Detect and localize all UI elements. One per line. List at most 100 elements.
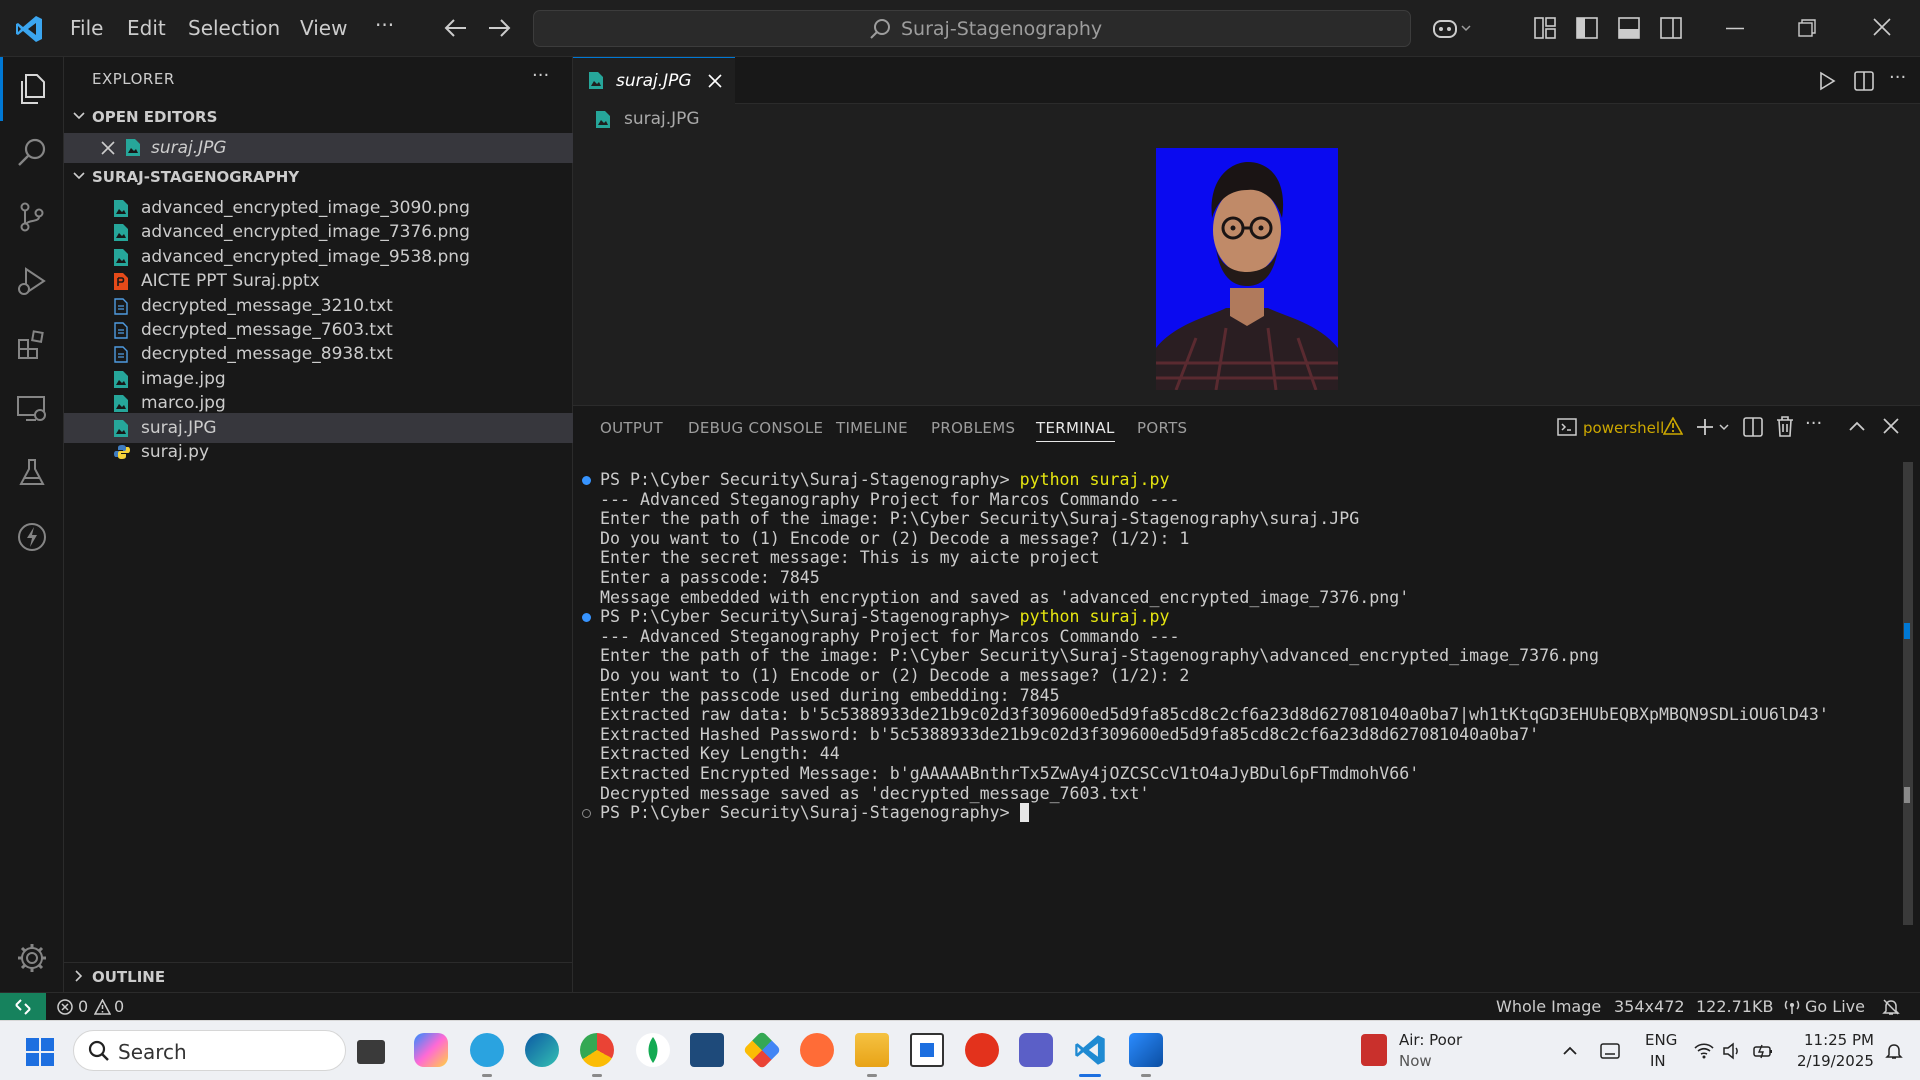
command-center-search[interactable]: Suraj-Stagenography: [533, 10, 1411, 47]
keyboard-icon[interactable]: [1600, 1043, 1620, 1059]
vscode-taskbar-icon[interactable]: [1073, 1033, 1107, 1067]
toggle-secondary-sidebar-icon[interactable]: [1660, 17, 1682, 39]
command-decoration[interactable]: [582, 613, 591, 623]
scrollbar-thumb[interactable]: [1903, 462, 1913, 925]
command-decoration[interactable]: [582, 476, 591, 485]
minimize-icon[interactable]: [1726, 27, 1744, 30]
go-live-button[interactable]: Go Live: [1805, 997, 1865, 1016]
air-quality-icon[interactable]: [1361, 1034, 1387, 1066]
tab-timeline[interactable]: TIMELINE: [836, 419, 908, 437]
terminal-scrollbar[interactable]: [1903, 462, 1913, 925]
volume-icon[interactable]: [1722, 1042, 1742, 1060]
image-filesize: 122.71KB: [1696, 997, 1774, 1016]
toggle-primary-sidebar-icon[interactable]: [1576, 17, 1598, 39]
testing-icon[interactable]: [0, 441, 64, 505]
notifications-bell-icon[interactable]: [1882, 998, 1900, 1016]
settings-gear-icon[interactable]: [0, 926, 64, 990]
source-control-icon[interactable]: [0, 185, 64, 249]
postman-icon[interactable]: [800, 1033, 834, 1067]
language-top[interactable]: ENG: [1645, 1031, 1677, 1049]
run-debug-icon[interactable]: [0, 249, 64, 313]
weather-title[interactable]: Air: Poor: [1399, 1031, 1462, 1049]
mysql-workbench-icon[interactable]: [690, 1033, 724, 1067]
tab-problems[interactable]: PROBLEMS: [931, 419, 1015, 437]
battery-icon[interactable]: [1752, 1042, 1774, 1060]
menu-edit[interactable]: Edit: [127, 16, 166, 40]
terminal-prompt: PS P:\Cyber Security\Suraj-Stagenography…: [600, 607, 1020, 627]
menu-more[interactable]: ···: [375, 13, 394, 37]
title-bar: File Edit Selection View ··· Suraj-Stage…: [0, 0, 1920, 57]
windows-start-icon[interactable]: [26, 1038, 54, 1066]
outline-section[interactable]: OUTLINE: [64, 962, 573, 990]
terminal-line: PS P:\Cyber Security\Suraj-Stagenography…: [600, 803, 1029, 823]
wifi-icon[interactable]: [1694, 1043, 1714, 1059]
wps-office-icon[interactable]: [965, 1033, 999, 1067]
teams-icon[interactable]: [1019, 1033, 1053, 1067]
project-folder-section[interactable]: SURAJ-STAGENOGRAPHY: [64, 163, 573, 191]
split-terminal-icon[interactable]: [1743, 417, 1763, 437]
maximize-panel-icon[interactable]: [1848, 420, 1866, 432]
run-icon[interactable]: [1818, 71, 1836, 91]
taskbar-search[interactable]: Search: [73, 1030, 346, 1071]
menu-file[interactable]: File: [70, 16, 103, 40]
close-tab-icon[interactable]: [708, 74, 722, 88]
image-preview-area: [573, 136, 1920, 405]
open-editors-section[interactable]: OPEN EDITORS: [64, 103, 573, 131]
live-server-icon[interactable]: [0, 505, 64, 569]
tab-terminal[interactable]: TERMINAL: [1036, 419, 1115, 442]
notification-center-icon[interactable]: [1885, 1042, 1903, 1060]
task-view-icon[interactable]: [357, 1040, 385, 1064]
terminal-line: Extracted raw data: b'5c5388933de21b9c02…: [600, 705, 1829, 725]
colorful-app-icon[interactable]: [742, 1030, 782, 1070]
trash-icon[interactable]: [1776, 416, 1794, 437]
explorer-more-button[interactable]: ···: [532, 65, 549, 86]
file-name: advanced_encrypted_image_7376.png: [141, 222, 470, 243]
search-view-icon[interactable]: [0, 121, 64, 185]
remote-explorer-icon[interactable]: [0, 377, 64, 441]
split-editor-icon[interactable]: [1854, 71, 1874, 91]
toggle-panel-icon[interactable]: [1618, 17, 1640, 39]
remote-indicator[interactable]: [0, 993, 46, 1021]
new-terminal-icon[interactable]: [1695, 417, 1733, 437]
chevron-up-icon[interactable]: [1562, 1046, 1578, 1056]
menu-view[interactable]: View: [300, 16, 347, 40]
tab-debug-console[interactable]: DEBUG CONSOLE: [688, 419, 823, 437]
menu-selection[interactable]: Selection: [188, 16, 280, 40]
file-name: decrypted_message_8938.txt: [141, 344, 393, 365]
file-item[interactable]: suraj.py: [64, 437, 573, 467]
customize-layout-icon[interactable]: [1534, 17, 1556, 39]
back-arrow-icon[interactable]: [444, 17, 468, 39]
open-editor-item[interactable]: suraj.JPG: [64, 133, 573, 163]
close-window-icon[interactable]: [1873, 18, 1891, 36]
tab-suraj-jpg[interactable]: suraj.JPG: [573, 57, 735, 105]
tab-output[interactable]: OUTPUT: [600, 419, 663, 437]
app-window-icon[interactable]: [910, 1033, 944, 1067]
terminal-output[interactable]: PS P:\Cyber Security\Suraj-Stagenography…: [573, 462, 1903, 982]
file-explorer-icon[interactable]: [855, 1033, 889, 1067]
error-count[interactable]: 0: [78, 997, 88, 1016]
chrome-icon[interactable]: [580, 1033, 614, 1067]
telegram-icon[interactable]: [470, 1033, 504, 1067]
photos-icon[interactable]: [1129, 1033, 1163, 1067]
close-icon[interactable]: [101, 141, 115, 155]
panel-more-button[interactable]: ···: [1805, 413, 1822, 434]
tab-ports[interactable]: PORTS: [1137, 419, 1187, 437]
warning-count[interactable]: 0: [114, 997, 124, 1016]
terminal-line: --- Advanced Steganography Project for M…: [600, 489, 1180, 509]
mongodb-icon[interactable]: [636, 1033, 670, 1067]
terminal-line: Enter the secret message: This is my aic…: [600, 548, 1100, 568]
copilot-app-icon[interactable]: [414, 1033, 448, 1067]
breadcrumb-file[interactable]: suraj.JPG: [624, 109, 700, 129]
close-panel-icon[interactable]: [1883, 418, 1899, 434]
extensions-icon[interactable]: [0, 313, 64, 377]
editor-more-button[interactable]: ···: [1889, 67, 1906, 88]
command-decoration[interactable]: [582, 809, 591, 819]
explorer-icon[interactable]: [0, 57, 64, 121]
restore-icon[interactable]: [1798, 19, 1816, 37]
zoom-mode[interactable]: Whole Image: [1496, 997, 1601, 1016]
copilot-icon[interactable]: [1432, 16, 1472, 40]
shell-name[interactable]: powershell: [1583, 419, 1664, 437]
clock-time[interactable]: 11:25 PM: [1804, 1031, 1874, 1049]
edge-icon[interactable]: [525, 1033, 559, 1067]
forward-arrow-icon[interactable]: [487, 17, 511, 39]
